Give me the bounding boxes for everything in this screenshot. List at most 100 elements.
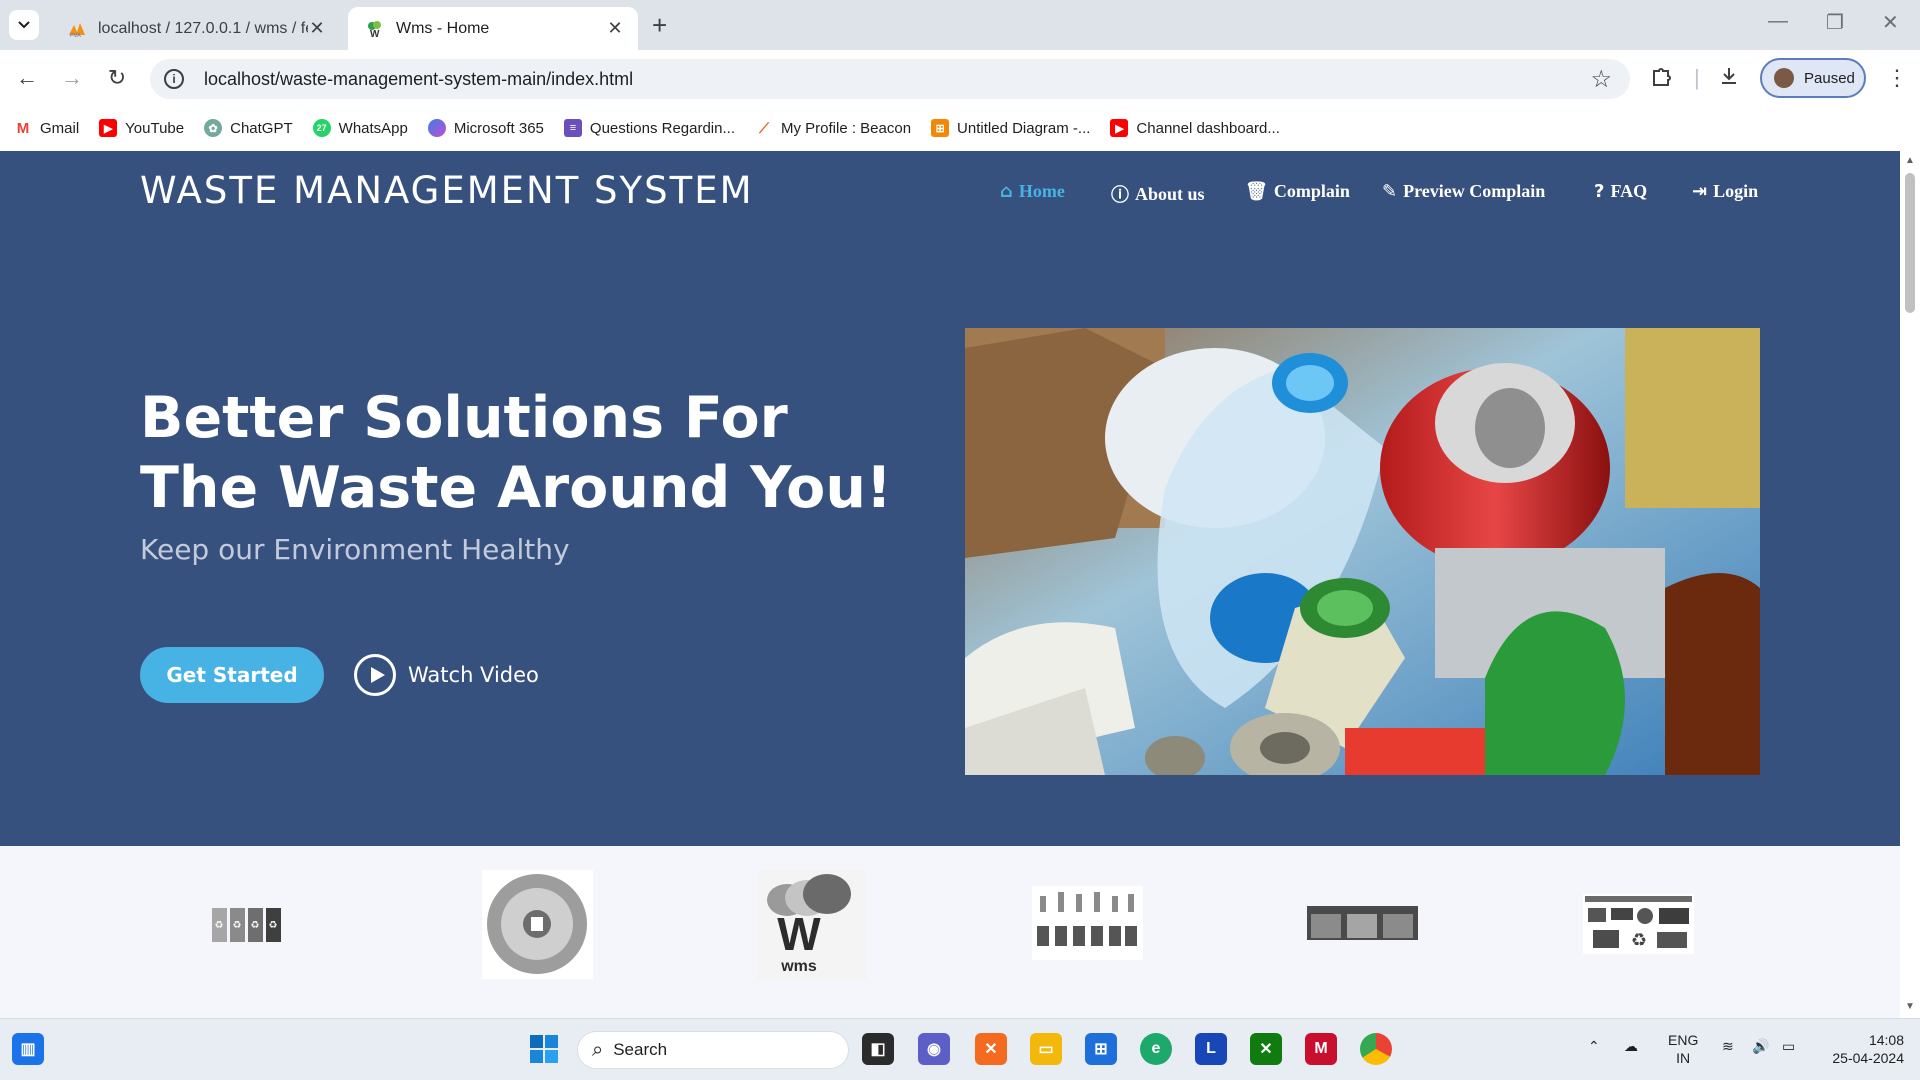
clock-time: 14:08: [1868, 1032, 1904, 1048]
task-view-icon[interactable]: ◧: [862, 1033, 894, 1065]
file-explorer-icon[interactable]: ▭: [1030, 1033, 1062, 1065]
download-icon[interactable]: [1718, 65, 1740, 93]
forward-arrow-icon[interactable]: →: [57, 63, 87, 93]
bookmark-label: Channel dashboard...: [1136, 119, 1280, 137]
tab-search-button[interactable]: [9, 10, 39, 40]
trash-icon: 🗑: [1245, 181, 1268, 202]
whatsapp-icon: 27: [312, 119, 331, 137]
nav-preview-complain[interactable]: ✎ Preview Complain: [1382, 181, 1545, 202]
new-tab-button[interactable]: +: [652, 12, 667, 38]
battery-icon[interactable]: ▭: [1782, 1037, 1795, 1055]
bookmark-label: WhatsApp: [338, 119, 408, 137]
info-icon: ⓘ: [1111, 185, 1129, 206]
clock[interactable]: 14:08 25-04-2024: [1820, 1031, 1904, 1067]
nav-label: Login: [1713, 181, 1759, 201]
nav-label: Complain: [1273, 181, 1350, 201]
nav-about-us[interactable]: ⓘ About us: [1111, 181, 1205, 207]
bookmark-beacon[interactable]: ⟋ My Profile : Beacon: [754, 119, 912, 137]
nav-label: About us: [1135, 183, 1205, 204]
taskbar-search-box[interactable]: ⌕ Search: [577, 1031, 849, 1069]
wms-favicon: W: [368, 20, 381, 38]
profile-button[interactable]: Paused: [1760, 58, 1866, 98]
bookmark-gmail[interactable]: M Gmail: [14, 119, 79, 137]
page-scrollbar[interactable]: ▲ ▼: [1900, 151, 1920, 1018]
edge-icon[interactable]: e: [1140, 1033, 1172, 1065]
nav-complain[interactable]: 🗑 Complain: [1245, 181, 1350, 202]
recycling-bins-logo: ♻ ♻ ♻ ♻: [210, 898, 284, 944]
onedrive-cloud-icon[interactable]: ☁: [1624, 1037, 1638, 1055]
wifi-icon[interactable]: ≋: [1722, 1037, 1734, 1055]
xbox-icon[interactable]: ✕: [1250, 1033, 1282, 1065]
nav-faq[interactable]: ? FAQ: [1594, 181, 1647, 202]
microsoft365-icon: [427, 119, 446, 137]
language-code: ENG: [1668, 1032, 1699, 1048]
svg-text:wms: wms: [780, 958, 817, 975]
restore-icon[interactable]: ❐: [1826, 10, 1844, 35]
svg-text:PMA: PMA: [70, 33, 82, 38]
bookmark-star-icon[interactable]: ☆: [1590, 65, 1612, 94]
bookmark-drawio[interactable]: ⊞ Untitled Diagram -...: [931, 119, 1090, 137]
svg-text:♻: ♻: [1631, 930, 1647, 950]
extensions-icon[interactable]: [1650, 65, 1672, 93]
chevron-down-icon: [18, 21, 30, 29]
site-info-icon[interactable]: i: [164, 69, 184, 89]
youtube-studio-icon: ▶: [1110, 119, 1129, 137]
close-tab-icon[interactable]: ✕: [308, 18, 326, 39]
bookmark-youtube[interactable]: ▶ YouTube: [99, 119, 184, 137]
volume-icon[interactable]: 🔊: [1752, 1037, 1769, 1055]
youtube-icon: ▶: [99, 119, 118, 137]
language-indicator[interactable]: ENG IN: [1668, 1031, 1698, 1067]
waste-methods-logo: ♻: [1583, 894, 1694, 954]
forms-icon: ≡: [563, 119, 582, 137]
scrollbar-thumb[interactable]: [1905, 173, 1915, 313]
widgets-icon[interactable]: ▥: [12, 1033, 44, 1065]
get-started-button[interactable]: Get Started: [140, 647, 324, 703]
scroll-down-arrow-icon[interactable]: ▼: [1905, 1001, 1915, 1012]
url-text[interactable]: localhost/waste-management-system-main/i…: [204, 69, 1590, 90]
close-window-icon[interactable]: ✕: [1882, 10, 1899, 35]
svg-text:♻: ♻: [233, 920, 242, 931]
lens-app-icon[interactable]: L: [1195, 1033, 1227, 1065]
mcafee-icon[interactable]: M: [1305, 1033, 1337, 1065]
bookmark-forms[interactable]: ≡ Questions Regardin...: [563, 119, 735, 137]
nav-home[interactable]: ⌂ Home: [1000, 181, 1065, 202]
toolbar-divider: |: [1694, 65, 1700, 90]
microsoft-store-icon[interactable]: ⊞: [1085, 1033, 1117, 1065]
home-icon: ⌂: [1000, 181, 1013, 202]
minimize-icon[interactable]: —: [1768, 10, 1788, 33]
xampp-icon[interactable]: ✕: [975, 1033, 1007, 1065]
profile-status: Paused: [1804, 69, 1855, 87]
bookmark-label: My Profile : Beacon: [780, 119, 912, 137]
recycling-waste-photo: [965, 328, 1760, 775]
watch-video-button[interactable]: Watch Video: [354, 654, 539, 696]
chrome-icon[interactable]: [1360, 1033, 1392, 1065]
browser-tab-phpmyadmin[interactable]: PMA localhost / 127.0.0.1 / wms / fee ✕: [50, 7, 340, 50]
svg-text:W: W: [370, 29, 380, 38]
dumpsters-logo: [1307, 906, 1418, 940]
svg-text:♻: ♻: [215, 920, 224, 931]
hero-headline: Better Solutions For The Waste Around Yo…: [140, 385, 892, 521]
bookmark-youtube-studio[interactable]: ▶ Channel dashboard...: [1110, 119, 1280, 137]
scroll-up-arrow-icon[interactable]: ▲: [1905, 155, 1915, 166]
back-arrow-icon[interactable]: ←: [12, 63, 42, 93]
svg-text:♻: ♻: [251, 920, 260, 931]
windows-start-icon[interactable]: [528, 1033, 560, 1065]
close-tab-icon[interactable]: ✕: [606, 18, 624, 39]
bookmark-label: Gmail: [40, 119, 80, 137]
reload-icon[interactable]: ↻: [102, 63, 132, 93]
bookmark-chatgpt[interactable]: ✿ ChatGPT: [204, 119, 293, 137]
browser-menu-icon[interactable]: ⋮: [1886, 65, 1908, 91]
address-bar[interactable]: i localhost/waste-management-system-main…: [150, 59, 1630, 99]
meet-chat-icon[interactable]: ◉: [918, 1033, 950, 1065]
nav-label: Preview Complain: [1403, 181, 1546, 201]
tray-chevron-up-icon[interactable]: ⌃: [1588, 1037, 1600, 1055]
bookmark-whatsapp[interactable]: 27 WhatsApp: [312, 119, 408, 137]
nav-login[interactable]: ⇥ Login: [1692, 181, 1758, 202]
bookmark-label: Microsoft 365: [453, 119, 544, 137]
site-logo[interactable]: WASTE MANAGEMENT SYSTEM: [140, 169, 754, 212]
hero-section: WASTE MANAGEMENT SYSTEM ⌂ Home ⓘ About u…: [0, 151, 1900, 846]
bookmark-microsoft365[interactable]: Microsoft 365: [427, 119, 544, 137]
bottles-bins-logo: [1032, 886, 1143, 960]
watch-video-label: Watch Video: [408, 663, 539, 687]
browser-tab-wms-home[interactable]: W Wms - Home ✕: [348, 7, 638, 50]
